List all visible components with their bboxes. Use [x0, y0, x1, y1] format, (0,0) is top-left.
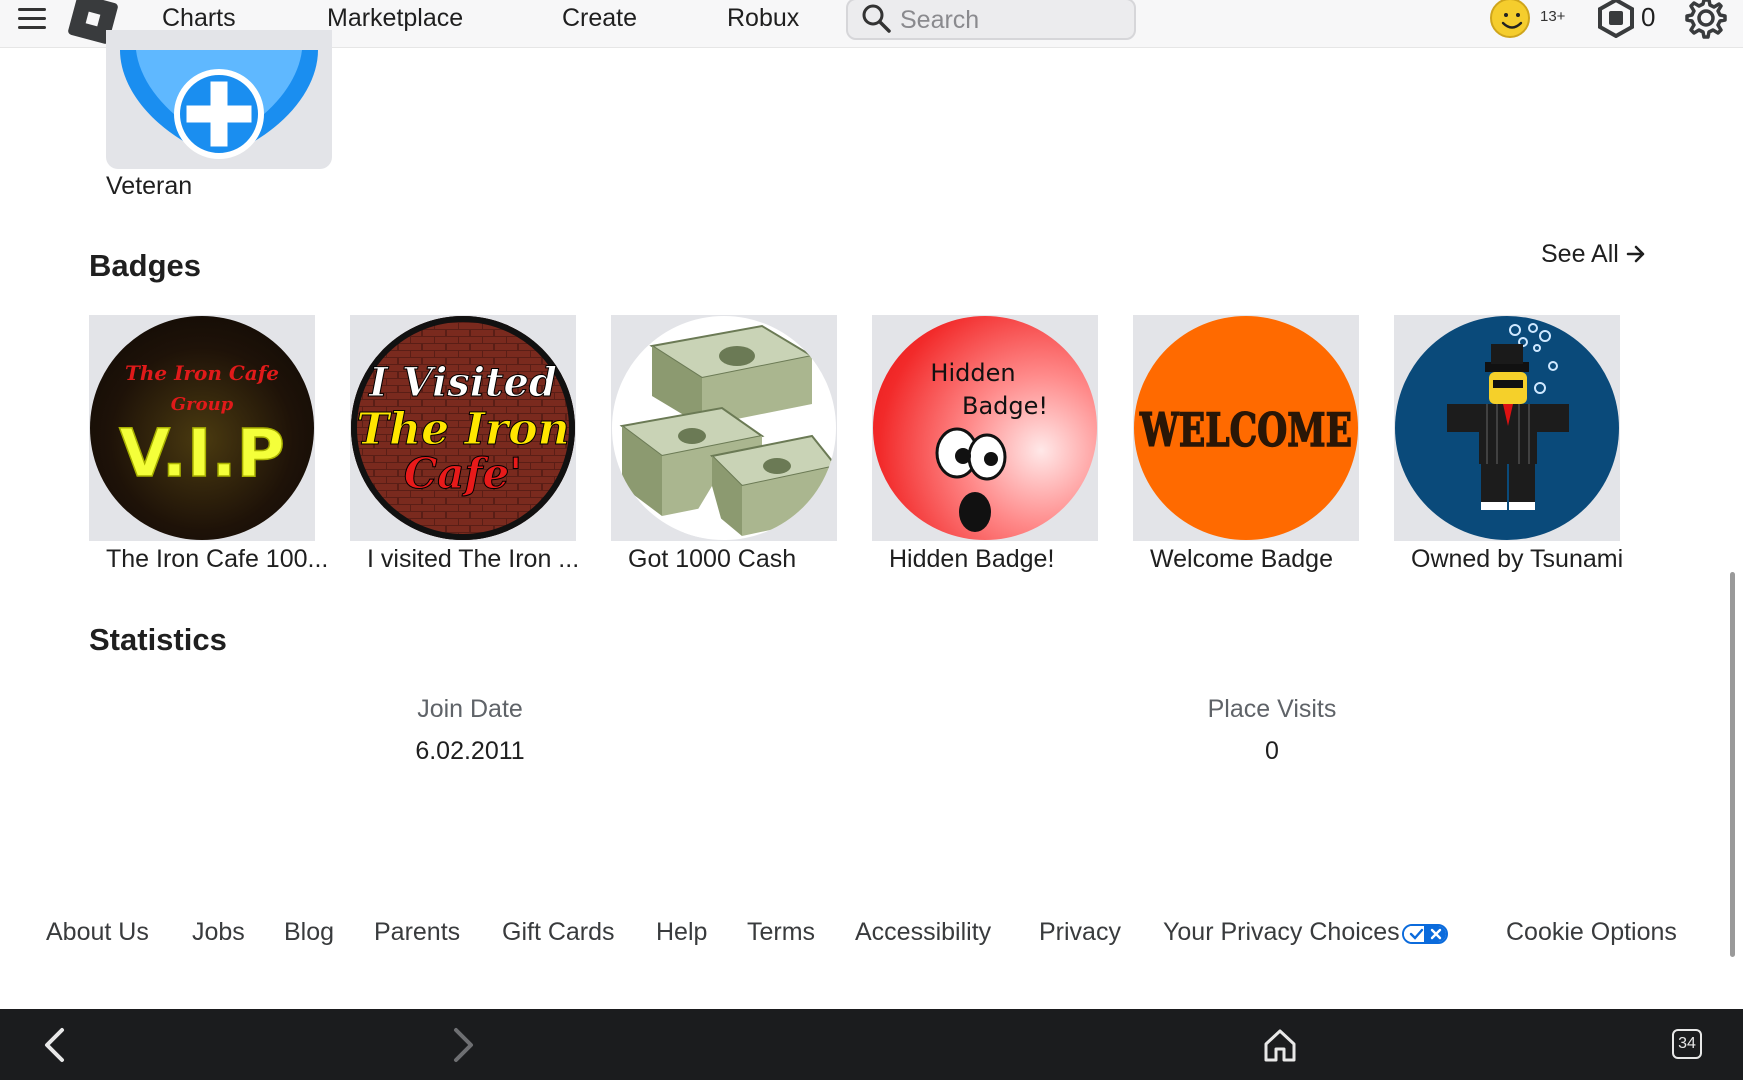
privacy-choices-label: Your Privacy Choices	[1163, 918, 1400, 946]
nav-link-marketplace[interactable]: Marketplace	[327, 4, 463, 33]
footer-link-parents[interactable]: Parents	[374, 918, 460, 947]
robux-icon[interactable]	[1596, 0, 1636, 38]
tabs-count-button[interactable]: 34	[1672, 1029, 1702, 1059]
veteran-heart-image	[120, 50, 318, 159]
age-rating-badge: 13+	[1540, 8, 1566, 25]
see-all-label: See All	[1541, 240, 1619, 268]
footer-link-cookie-options[interactable]: Cookie Options	[1506, 918, 1677, 947]
statistics-section-title: Statistics	[89, 622, 227, 657]
robux-balance[interactable]: 0	[1641, 2, 1655, 33]
nav-link-create[interactable]: Create	[562, 4, 637, 33]
badge-label-hidden-badge[interactable]: Hidden Badge!	[889, 545, 1054, 574]
vip-badge-art-text-3: V.I.P	[119, 415, 285, 492]
hidden-badge-image: Hidden Badge!	[930, 359, 1048, 532]
badge-tile-welcome[interactable]: WELCOME	[1133, 315, 1359, 541]
badge-label-got-1000-cash[interactable]: Got 1000 Cash	[628, 545, 796, 574]
vip-badge-image: The Iron Cafe Group V.I.P	[118, 361, 285, 493]
tsunami-avatar-badge-image	[1447, 323, 1569, 510]
hidden-badge-art-text-1: Hidden	[930, 359, 1015, 387]
page-scrollbar-thumb[interactable]	[1730, 572, 1735, 957]
badge-label-owned-by-tsunami[interactable]: Owned by Tsunami	[1411, 545, 1623, 574]
badges-section-title: Badges	[89, 248, 201, 283]
nav-link-charts[interactable]: Charts	[162, 4, 236, 33]
menu-hamburger-icon[interactable]	[16, 4, 48, 34]
back-arrow-icon[interactable]	[40, 1026, 70, 1064]
footer-link-terms[interactable]: Terms	[747, 918, 815, 947]
footer-link-gift-cards[interactable]: Gift Cards	[502, 918, 615, 947]
footer-link-your-privacy-choices[interactable]: Your Privacy Choices	[1163, 918, 1448, 947]
hidden-badge-art-text-2: Badge!	[962, 392, 1048, 420]
browser-bottom-bar	[0, 1009, 1743, 1080]
visited-badge-art-text-2: The Iron	[356, 404, 569, 455]
welcome-badge-art-text: WELCOME	[1139, 403, 1352, 457]
join-date-value: 6.02.2011	[415, 737, 525, 765]
page-root: Charts Marketplace Create Robux 13+ 0	[0, 0, 1743, 1080]
nav-link-robux[interactable]: Robux	[727, 4, 799, 33]
arrow-right-icon	[1626, 245, 1645, 263]
footer-link-privacy[interactable]: Privacy	[1039, 918, 1121, 947]
gear-icon[interactable]	[1684, 0, 1728, 40]
place-visits-label: Place Visits	[1207, 695, 1337, 723]
badge-tile-iron-cafe-vip[interactable]: The Iron Cafe Group V.I.P	[89, 315, 315, 541]
veteran-badge-card[interactable]	[106, 30, 332, 169]
place-visits-value: 0	[1265, 737, 1279, 765]
badge-tile-got-1000-cash[interactable]	[611, 315, 837, 541]
footer-link-help[interactable]: Help	[656, 918, 707, 947]
footer-link-accessibility[interactable]: Accessibility	[855, 918, 991, 947]
search-box[interactable]	[846, 0, 1136, 40]
badge-tile-owned-by-tsunami[interactable]	[1394, 315, 1620, 541]
badge-label-iron-cafe-vip[interactable]: The Iron Cafe 100...	[106, 545, 328, 574]
veteran-badge-label[interactable]: Veteran	[106, 172, 192, 201]
search-icon	[862, 4, 891, 33]
badge-label-visited-iron-cafe[interactable]: I visited The Iron ...	[367, 545, 579, 574]
see-all-badges-link[interactable]: See All	[1541, 240, 1647, 269]
vip-badge-art-text-2: Group	[171, 394, 234, 415]
welcome-badge-image: WELCOME	[1138, 402, 1352, 458]
visited-iron-cafe-badge-image: I Visited The Iron Cafe'	[351, 316, 575, 540]
footer-link-jobs[interactable]: Jobs	[192, 918, 245, 947]
cash-stack-badge-image	[619, 324, 836, 540]
badge-tile-visited-iron-cafe[interactable]: I Visited The Iron Cafe'	[350, 315, 576, 541]
footer-link-blog[interactable]: Blog	[284, 918, 334, 947]
forward-arrow-icon[interactable]	[448, 1026, 478, 1064]
home-icon[interactable]	[1262, 1027, 1298, 1063]
badge-tile-hidden-badge[interactable]: Hidden Badge!	[872, 315, 1098, 541]
badge-label-welcome[interactable]: Welcome Badge	[1150, 545, 1333, 574]
vip-badge-art-text-1: The Iron Cafe	[125, 361, 279, 385]
search-input[interactable]	[900, 6, 1120, 34]
join-date-label: Join Date	[417, 695, 523, 723]
footer-link-about-us[interactable]: About Us	[46, 918, 149, 947]
visited-badge-art-text-1: I Visited	[368, 359, 557, 406]
avatar-icon[interactable]	[1490, 0, 1530, 38]
visited-badge-art-text-3: Cafe'	[404, 449, 522, 498]
privacy-choices-toggle-icon	[1401, 924, 1448, 944]
